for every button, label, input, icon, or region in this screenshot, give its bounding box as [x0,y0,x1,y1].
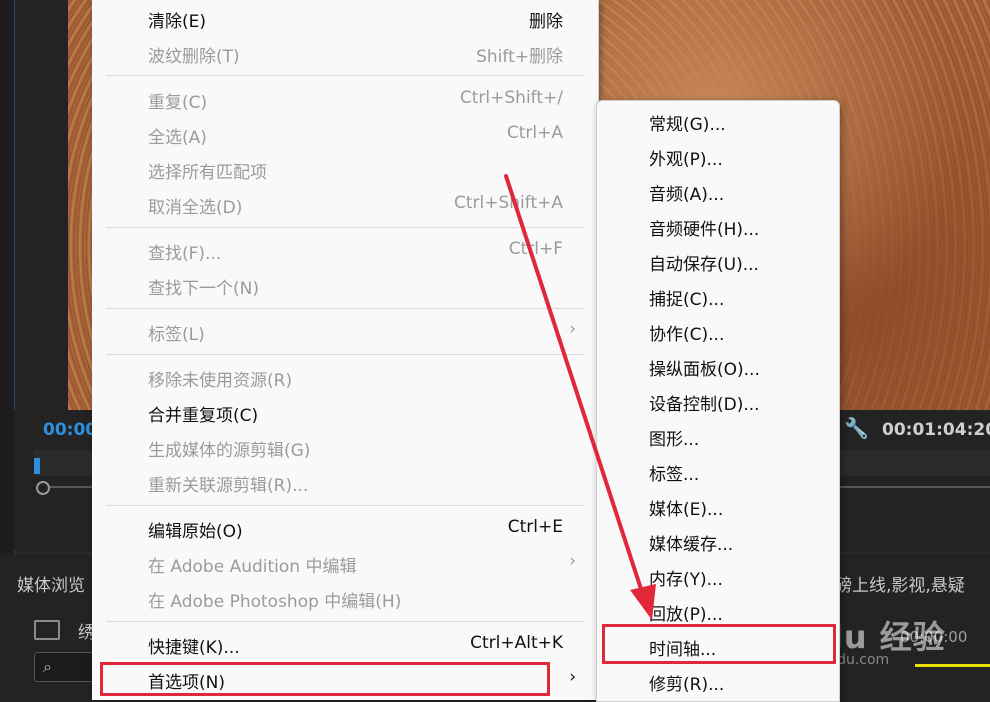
submenu-item-memory[interactable]: 内存(Y)... [597,559,839,594]
menu-item-deselect-all[interactable]: 取消全选(D) Ctrl+Shift+A [92,187,598,222]
submenu-item-label: 设备控制(D)... [649,395,760,415]
current-timecode[interactable]: 00:00 [43,420,97,440]
menu-item-label: 移除未使用资源(R) [148,371,293,391]
submenu-item-label: 媒体缓存... [649,535,734,555]
submenu-item-capture[interactable]: 捕捉(C)... [597,279,839,314]
menu-item-keyboard-shortcuts[interactable]: 快捷键(K)... Ctrl+Alt+K [92,627,598,662]
duration-timecode: 00:01:04:20 [882,420,990,440]
menu-item-label: 重复(C) [148,93,208,113]
submenu-item-label: 内存(Y)... [649,570,723,590]
menu-item-label: 生成媒体的源剪辑(G) [148,441,311,461]
menu-item-generate-source-clip[interactable]: 生成媒体的源剪辑(G) [92,430,598,465]
menu-item-edit-original[interactable]: 编辑原始(O) Ctrl+E [92,511,598,546]
highlight-box-preferences [100,662,550,696]
menu-item-label: 查找下一个(N) [148,279,259,299]
menu-item-consolidate-duplicates[interactable]: 合并重复项(C) [92,395,598,430]
menu-item-label: 取消全选(D) [148,198,243,218]
zoom-scrollbar-handle[interactable] [36,481,50,495]
work-area-bar [915,664,990,667]
menu-item-remove-unused[interactable]: 移除未使用资源(R) [92,360,598,395]
submenu-item-label: 自动保存(U)... [649,255,759,275]
menu-separator [106,621,584,622]
chevron-right-icon: › [569,667,576,687]
submenu-item-collaboration[interactable]: 协作(C)... [597,314,839,349]
menu-separator [106,227,584,228]
folder-icon[interactable] [34,620,60,640]
submenu-item-audio[interactable]: 音频(A)... [597,174,839,209]
highlight-box-timeline [602,624,836,664]
menu-item-shortcut: Ctrl+Alt+K [470,633,563,653]
submenu-item-appearance[interactable]: 外观(P)... [597,139,839,174]
menu-item-relink-source-clip[interactable]: 重新关联源剪辑(R)... [92,465,598,500]
submenu-item-label: 回放(P)... [649,605,723,625]
menu-item-shortcut: Ctrl+F [508,239,563,259]
menu-item-shortcut: Ctrl+E [507,517,563,537]
submenu-item-media-cache[interactable]: 媒体缓存... [597,524,839,559]
submenu-item-label: 媒体(E)... [649,500,724,520]
menu-item-label: 标签(L) [148,325,205,345]
left-panel-edge [0,0,15,555]
menu-item-edit-in-audition[interactable]: 在 Adobe Audition 中编辑 › [92,546,598,581]
menu-item-label: 全选(A) [148,128,207,148]
menu-item-shortcut: Shift+删除 [476,47,563,67]
submenu-item-label: 外观(P)... [649,150,723,170]
submenu-item-label: 协作(C)... [649,325,725,345]
submenu-item-auto-save[interactable]: 自动保存(U)... [597,244,839,279]
menu-item-label: 重新关联源剪辑(R)... [148,476,309,496]
search-icon: ⌕ [43,657,52,676]
submenu-item-label: 捕捉(C)... [649,290,725,310]
submenu-item-label: 修剪(R)... [649,675,725,695]
menu-separator [106,308,584,309]
menu-item-label: 合并重复项(C) [148,406,259,426]
submenu-item-label: 音频(A)... [649,185,725,205]
menu-separator [106,354,584,355]
submenu-item-label: 标签... [649,465,700,485]
submenu-item-label: 常规(G)... [649,115,726,135]
menu-item-shortcut: Ctrl+A [506,123,563,143]
chevron-right-icon: › [569,551,576,571]
playhead-marker[interactable] [34,458,40,474]
menu-item-duplicate[interactable]: 重复(C) Ctrl+Shift+/ [92,82,598,117]
submenu-item-audio-hardware[interactable]: 音频硬件(H)... [597,209,839,244]
menu-item-label-submenu[interactable]: 标签(L) › [92,314,598,349]
submenu-item-trim[interactable]: 修剪(R)... [597,664,839,699]
menu-item-edit-in-photoshop[interactable]: 在 Adobe Photoshop 中编辑(H) [92,581,598,616]
submenu-item-graphics[interactable]: 图形... [597,419,839,454]
submenu-item-label: 操纵面板(O)... [649,360,760,380]
submenu-item-label: 图形... [649,430,700,450]
panel-title-text: 直磅上线,影视,悬疑 [818,576,965,596]
menu-item-select-all[interactable]: 全选(A) Ctrl+A [92,117,598,152]
menu-item-ripple-delete[interactable]: 波纹删除(T) Shift+删除 [92,36,598,71]
menu-separator [106,75,584,76]
panel-tab-media-browser[interactable]: 媒体浏览 [17,571,85,596]
menu-item-label: 清除(E) [148,12,207,32]
menu-item-select-all-matching[interactable]: 选择所有匹配项 [92,152,598,187]
search-field[interactable]: ⌕ [34,652,98,682]
submenu-item-labels[interactable]: 标签... [597,454,839,489]
menu-item-label: 查找(F)... [148,244,222,264]
menu-item-clear[interactable]: 清除(E) 删除 [92,1,598,36]
submenu-item-media[interactable]: 媒体(E)... [597,489,839,524]
edit-menu: 清除(E) 删除 波纹删除(T) Shift+删除 重复(C) Ctrl+Shi… [92,0,599,700]
menu-item-label: 编辑原始(O) [148,522,243,542]
menu-item-find[interactable]: 查找(F)... Ctrl+F [92,233,598,268]
menu-item-label: 波纹删除(T) [148,47,240,67]
menu-item-find-next[interactable]: 查找下一个(N) [92,268,598,303]
menu-item-shortcut: 删除 [529,12,563,32]
submenu-item-control-surface[interactable]: 操纵面板(O)... [597,349,839,384]
submenu-item-device-control[interactable]: 设备控制(D)... [597,384,839,419]
menu-item-label: 在 Adobe Photoshop 中编辑(H) [148,592,402,612]
submenu-item-general[interactable]: 常规(G)... [597,104,839,139]
submenu-item-label: 音频硬件(H)... [649,220,760,240]
preferences-submenu: 常规(G)... 外观(P)... 音频(A)... 音频硬件(H)... 自动… [596,100,840,702]
chevron-right-icon: › [569,319,576,339]
wrench-icon[interactable]: 🔧 [844,416,869,440]
menu-item-label: 选择所有匹配项 [148,163,267,183]
menu-item-label: 快捷键(K)... [148,638,240,658]
menu-item-shortcut: Ctrl+Shift+A [453,193,563,213]
menu-separator [106,505,584,506]
menu-item-label: 在 Adobe Audition 中编辑 [148,557,357,577]
menu-item-shortcut: Ctrl+Shift+/ [459,88,563,108]
